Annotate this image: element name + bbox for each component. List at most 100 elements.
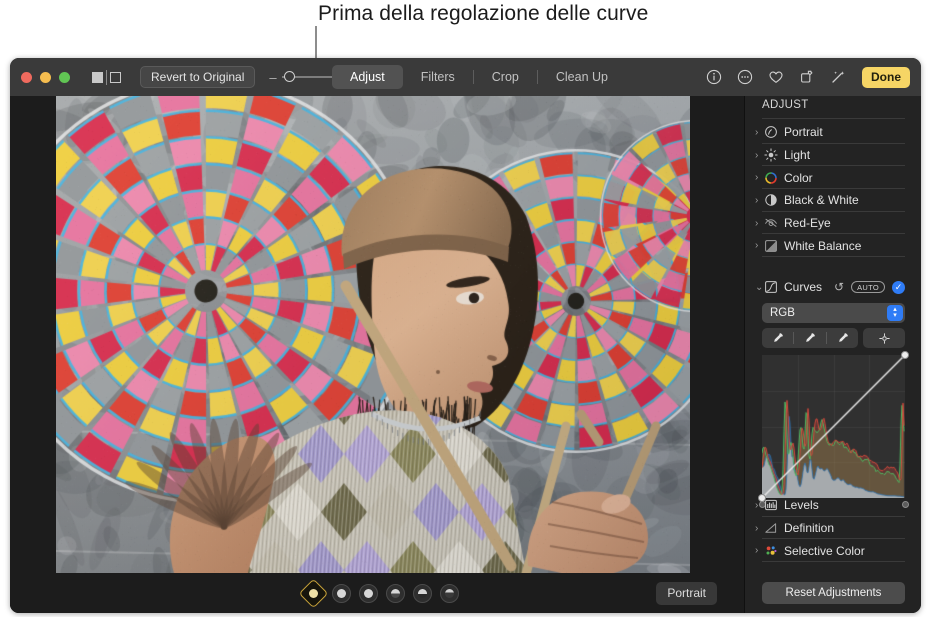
selective-color-icon (764, 544, 778, 558)
favorite-heart-icon[interactable] (767, 69, 784, 86)
revert-label: Revert to Original (151, 70, 245, 84)
close-button[interactable] (21, 71, 32, 83)
sidebar-item-label: Black & White (784, 193, 859, 208)
sidebar-item-portrait[interactable]: › Portrait (745, 121, 921, 144)
light-effect-natural[interactable] (298, 578, 329, 608)
light-icon (764, 148, 778, 162)
more-options-icon[interactable] (736, 69, 753, 86)
revert-to-original-button[interactable]: Revert to Original (140, 66, 256, 88)
tab-filters-label: Filters (420, 70, 455, 84)
divider (106, 69, 107, 85)
split-view-toggle[interactable] (92, 69, 121, 85)
light-effect-stage-mono[interactable] (413, 583, 432, 603)
black-white-icon (764, 193, 778, 207)
chevron-down-icon[interactable]: ⌄ (755, 282, 764, 293)
tab-adjust-label: Adjust (350, 70, 385, 84)
adjustment-list-bottom: › Levels › Definition › Selective Color (745, 494, 921, 562)
stepper-chevrons-icon[interactable]: ▴ ▾ (887, 305, 903, 321)
reset-label: Reset Adjustments (785, 587, 882, 599)
toolbar: Revert to Original – + Adjust Filters Cr… (10, 58, 921, 96)
tab-filters[interactable]: Filters (403, 65, 473, 89)
color-wheel-icon (764, 171, 778, 185)
curves-editor[interactable] (758, 351, 909, 508)
chevron-right-icon[interactable]: › (755, 545, 764, 556)
mode-tabs: Adjust Filters Crop Clean Up (332, 65, 626, 89)
chevron-right-icon[interactable]: › (755, 150, 764, 161)
adjust-sidebar: ADJUST › Portrait › Light › Color › Blac… (744, 96, 921, 613)
minimize-button[interactable] (40, 71, 51, 83)
tab-crop[interactable]: Crop (474, 65, 537, 89)
auto-enhance-wand-icon[interactable] (829, 69, 846, 86)
chevron-right-icon[interactable]: › (755, 523, 764, 534)
chevron-right-icon[interactable]: › (755, 218, 764, 229)
eyedropper-group (762, 328, 858, 348)
light-effect-stage[interactable] (386, 583, 405, 603)
gray-point-eyedropper-icon[interactable] (794, 332, 825, 345)
curve-handle-white-point[interactable] (901, 351, 909, 359)
curve-histogram-canvas[interactable] (762, 355, 905, 498)
sidebar-item-black-and-white[interactable]: › Black & White (745, 189, 921, 212)
channel-select[interactable]: RGB ▴ ▾ (762, 303, 905, 323)
done-button[interactable]: Done (862, 66, 910, 88)
chevron-right-icon[interactable]: › (755, 127, 764, 138)
contour-light-glyph (364, 588, 373, 598)
levels-icon (764, 498, 778, 512)
chevron-right-icon[interactable]: › (755, 240, 764, 251)
outline-square-icon (110, 71, 121, 83)
black-point-eyedropper-icon[interactable] (762, 332, 793, 345)
sidebar-item-label: Selective Color (784, 543, 865, 558)
white-balance-icon (764, 239, 778, 253)
checkmark-icon[interactable]: ✓ (892, 280, 905, 294)
stage-light-glyph (391, 588, 400, 598)
sidebar-item-label: Light (784, 148, 811, 163)
filled-square-icon (92, 71, 103, 83)
light-effect-studio[interactable] (332, 583, 351, 603)
sidebar-item-light[interactable]: › Light (745, 144, 921, 167)
reset-adjustments-button[interactable]: Reset Adjustments (762, 582, 905, 604)
portrait-label: Portrait (667, 586, 706, 600)
tab-clean-up[interactable]: Clean Up (538, 65, 626, 89)
sidebar-item-color[interactable]: › Color (745, 166, 921, 189)
chevron-down-icon: ▾ (893, 312, 897, 319)
high-key-mono-glyph (445, 588, 454, 598)
zoom-button[interactable] (59, 71, 70, 83)
chevron-right-icon[interactable]: › (755, 195, 764, 206)
add-curve-point-icon[interactable] (863, 328, 905, 348)
sidebar-item-label: Red-Eye (784, 216, 831, 231)
auto-button[interactable]: AUTO (851, 281, 885, 293)
zoom-slider-knob[interactable] (283, 71, 295, 82)
tab-adjust[interactable]: Adjust (332, 65, 403, 89)
zoom-out-icon[interactable]: – (269, 71, 276, 84)
light-effects-group (298, 578, 459, 608)
channel-selected-value: RGB (770, 307, 795, 319)
sidebar-item-definition[interactable]: › Definition (745, 517, 921, 540)
sidebar-title: ADJUST (762, 99, 809, 111)
info-icon[interactable] (705, 69, 722, 86)
studio-light-glyph (337, 588, 346, 598)
chevron-right-icon[interactable]: › (755, 500, 764, 511)
photo-canvas-area: Portrait (10, 96, 744, 613)
light-effect-contour[interactable] (359, 583, 378, 603)
curve-tools-row (762, 328, 905, 348)
sidebar-item-label: Levels (784, 498, 819, 513)
light-effect-high-key-mono[interactable] (440, 583, 459, 603)
edited-photo[interactable] (56, 96, 690, 573)
rotate-icon[interactable] (798, 69, 815, 86)
portrait-icon (764, 125, 778, 139)
tab-clean-up-label: Clean Up (555, 70, 608, 84)
sidebar-item-white-balance[interactable]: › White Balance (745, 234, 921, 257)
sidebar-item-selective-color[interactable]: › Selective Color (745, 539, 921, 562)
photos-editor-window: Revert to Original – + Adjust Filters Cr… (10, 58, 921, 613)
red-eye-icon (764, 216, 778, 230)
sidebar-item-red-eye[interactable]: › Red-Eye (745, 212, 921, 235)
revert-arrow-icon[interactable]: ↺ (834, 280, 844, 294)
photo-bitmap (56, 96, 690, 573)
portrait-toggle-button[interactable]: Portrait (656, 581, 717, 605)
white-point-eyedropper-icon[interactable] (827, 332, 858, 345)
sidebar-title-divider (762, 118, 905, 119)
curves-header[interactable]: ⌄ Curves ↺ AUTO ✓ (745, 276, 921, 298)
stage-light-mono-glyph (418, 588, 427, 598)
chevron-right-icon[interactable]: › (755, 172, 764, 183)
sidebar-item-levels[interactable]: › Levels (745, 494, 921, 517)
definition-icon (764, 521, 778, 535)
